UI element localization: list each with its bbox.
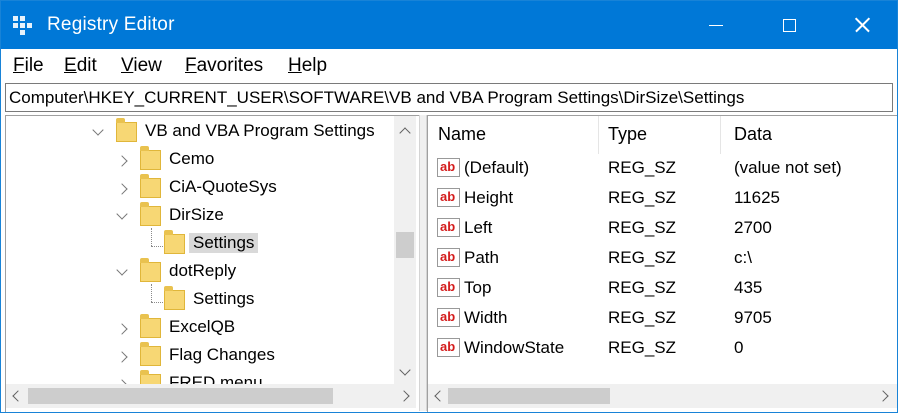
maximize-button[interactable] — [758, 1, 820, 49]
chevron-right-icon[interactable] — [116, 183, 128, 195]
tree-horizontal-scroll-thumb[interactable] — [28, 388, 333, 404]
chevron-right-icon[interactable] — [116, 323, 128, 335]
chevron-right-icon[interactable] — [116, 351, 128, 363]
tree-node-cia-quotesys[interactable]: CiA-QuoteSys — [6, 174, 394, 202]
value-row-path[interactable]: Path REG_SZ c:\ — [428, 244, 897, 274]
reg-sz-icon — [437, 248, 460, 267]
column-type-header[interactable]: Type — [608, 124, 647, 145]
list-header: Name Type Data — [428, 116, 897, 154]
scroll-left-icon[interactable] — [12, 390, 24, 402]
registry-editor-window: Registry Editor File Edit View Favorites… — [0, 0, 898, 413]
folder-icon — [116, 118, 137, 142]
tree-node-dotreply-settings[interactable]: Settings — [6, 286, 394, 314]
tree-node-cemo[interactable]: Cemo — [6, 146, 394, 174]
menu-help[interactable]: Help — [288, 55, 327, 77]
values-horizontal-scrollbar[interactable] — [428, 384, 897, 408]
tree-scroll-thumb[interactable] — [396, 232, 414, 258]
tree-vertical-scrollbar[interactable] — [394, 116, 416, 384]
folder-icon — [140, 174, 161, 198]
folder-icon — [164, 286, 185, 310]
value-row-height[interactable]: Height REG_SZ 11625 — [428, 184, 897, 214]
column-name-header[interactable]: Name — [438, 124, 486, 145]
value-row-left[interactable]: Left REG_SZ 2700 — [428, 214, 897, 244]
tree-node-dirsize-settings[interactable]: Settings — [6, 230, 394, 258]
column-data-header[interactable]: Data — [734, 124, 772, 145]
value-row-top[interactable]: Top REG_SZ 435 — [428, 274, 897, 304]
menu-view[interactable]: View — [121, 55, 162, 77]
scroll-down-icon[interactable] — [399, 364, 411, 376]
tree-node-dirsize[interactable]: DirSize — [6, 202, 394, 230]
chevron-down-icon[interactable] — [116, 264, 128, 276]
registry-tree[interactable]: VB and VBA Program Settings Cemo CiA-Quo… — [5, 115, 420, 412]
reg-sz-icon — [437, 218, 460, 237]
reg-sz-icon — [437, 278, 460, 297]
menu-favorites[interactable]: Favorites — [185, 55, 263, 77]
reg-sz-icon — [437, 158, 460, 177]
folder-icon — [140, 342, 161, 366]
scroll-up-icon[interactable] — [399, 127, 411, 139]
close-icon — [854, 17, 870, 33]
minimize-icon — [709, 24, 723, 26]
scroll-right-icon[interactable] — [398, 390, 410, 402]
chevron-down-icon[interactable] — [92, 124, 104, 136]
value-row-width[interactable]: Width REG_SZ 9705 — [428, 304, 897, 334]
title-bar[interactable]: Registry Editor — [1, 1, 897, 49]
tree-node-dotreply[interactable]: dotReply — [6, 258, 394, 286]
menu-bar: File Edit View Favorites Help — [1, 50, 897, 82]
menu-edit[interactable]: Edit — [64, 55, 97, 77]
tree-node-excelqb[interactable]: ExcelQB — [6, 314, 394, 342]
maximize-icon — [782, 18, 796, 32]
folder-icon — [140, 314, 161, 338]
folder-icon — [164, 230, 185, 254]
registry-editor-icon — [13, 16, 32, 35]
reg-sz-icon — [437, 338, 460, 357]
value-row-windowstate[interactable]: WindowState REG_SZ 0 — [428, 334, 897, 364]
chevron-down-icon[interactable] — [116, 208, 128, 220]
tree-horizontal-scrollbar[interactable] — [6, 384, 416, 408]
reg-sz-icon — [437, 188, 460, 207]
menu-file[interactable]: File — [13, 55, 44, 77]
minimize-button[interactable] — [685, 1, 747, 49]
values-horizontal-scroll-thumb[interactable] — [448, 388, 610, 404]
pane-splitter[interactable] — [419, 115, 427, 411]
scroll-left-icon[interactable] — [434, 390, 446, 402]
address-bar[interactable]: Computer\HKEY_CURRENT_USER\SOFTWARE\VB a… — [5, 83, 893, 112]
folder-icon — [140, 202, 161, 226]
value-row-default[interactable]: (Default) REG_SZ (value not set) — [428, 154, 897, 184]
scroll-right-icon[interactable] — [877, 390, 889, 402]
tree-node-flag-changes[interactable]: Flag Changes — [6, 342, 394, 370]
address-path: Computer\HKEY_CURRENT_USER\SOFTWARE\VB a… — [9, 88, 745, 107]
close-button[interactable] — [831, 1, 893, 49]
chevron-right-icon[interactable] — [116, 155, 128, 167]
window-title: Registry Editor — [47, 14, 175, 35]
tree-node-vb-vba-program-settings[interactable]: VB and VBA Program Settings — [6, 118, 394, 146]
values-list[interactable]: Name Type Data (Default) REG_SZ (value n… — [427, 115, 897, 412]
folder-icon — [140, 258, 161, 282]
folder-icon — [140, 146, 161, 170]
reg-sz-icon — [437, 308, 460, 327]
